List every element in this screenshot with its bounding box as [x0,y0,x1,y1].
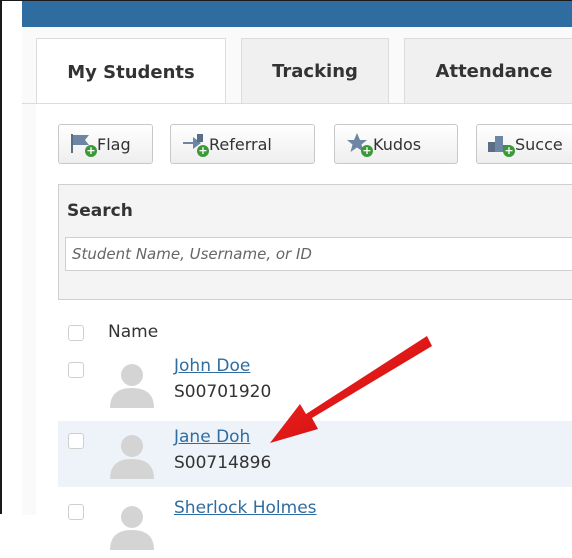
student-id: S00714896 [174,453,272,473]
row-checkbox[interactable] [68,433,84,449]
podium-icon: + [487,132,515,157]
student-id: S00701920 [174,382,272,402]
student-search-input[interactable] [65,237,572,271]
add-badge-icon: + [503,144,515,157]
search-label: Search [67,201,133,221]
row-checkbox[interactable] [68,504,84,520]
tab-my-students[interactable]: My Students [36,38,226,105]
row-checkbox[interactable] [68,362,84,378]
tab-label: My Students [67,61,195,83]
tab-label: Attendance [435,61,553,82]
student-name-link[interactable]: John Doe [174,356,250,376]
avatar-icon [106,502,158,550]
flag-label: Flag [97,134,131,154]
flag-button[interactable]: + Flag [58,124,153,164]
avatar-icon [106,431,158,479]
success-plan-button[interactable]: + Succe [476,124,572,164]
top-header-bar [22,1,572,27]
tab-tracking[interactable]: Tracking [241,38,389,104]
referral-label: Referral [209,134,272,154]
list-header: Name [58,318,572,350]
search-box: Search [58,184,572,300]
add-badge-icon: + [361,144,373,157]
success-plan-label: Succe [515,134,563,154]
name-column-header[interactable]: Name [108,322,158,342]
screenshot-frame: My Students Tracking Attendance + Flag +… [0,0,572,550]
student-name-link[interactable]: Sherlock Holmes [174,498,317,518]
avatar-icon [106,360,158,408]
add-badge-icon: + [197,144,209,157]
student-row: Sherlock Holmes [58,492,572,558]
student-row: Jane Doh S00714896 [58,421,572,487]
star-icon: + [345,132,373,157]
flag-icon: + [69,132,97,157]
add-badge-icon: + [85,144,97,157]
tab-attendance[interactable]: Attendance [404,38,572,104]
referral-button[interactable]: + Referral [170,124,315,164]
select-all-checkbox[interactable] [68,325,84,341]
kudos-label: Kudos [373,134,422,154]
referral-icon: + [181,132,209,157]
kudos-button[interactable]: + Kudos [334,124,458,164]
tab-label: Tracking [272,61,358,82]
student-name-link[interactable]: Jane Doh [174,427,250,447]
student-row: John Doe S00701920 [58,350,572,416]
students-panel: + Flag + Referral + Kudos + Succe Search… [36,104,572,550]
main-content: My Students Tracking Attendance + Flag +… [22,27,572,550]
